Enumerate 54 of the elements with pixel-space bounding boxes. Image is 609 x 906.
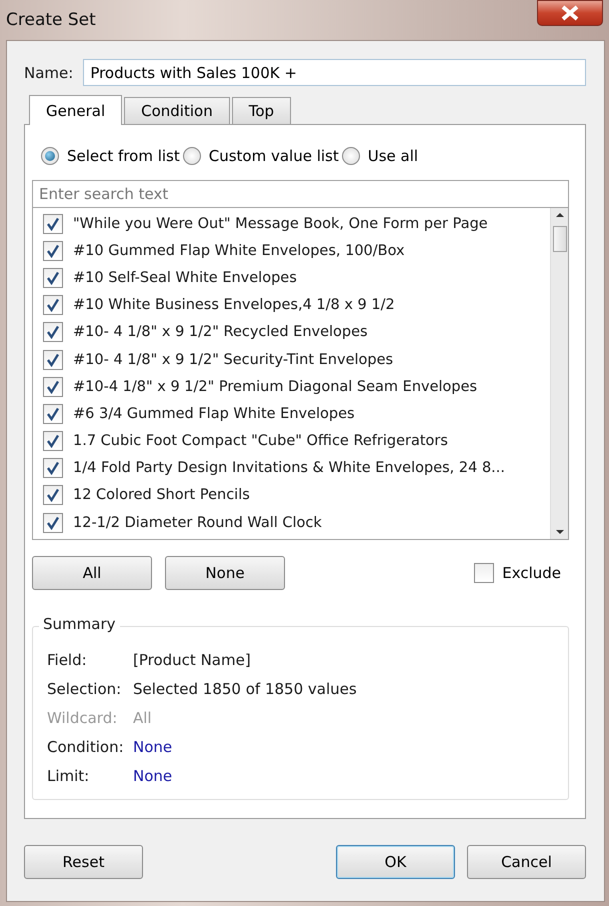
summary-label: Wildcard: — [47, 708, 118, 726]
checkbox[interactable] — [43, 376, 63, 397]
scroll-thumb[interactable] — [552, 226, 566, 252]
summary-value: [Product Name] — [133, 650, 252, 668]
radio-option[interactable]: Custom value list — [182, 147, 339, 165]
summary-label: Field: — [47, 650, 88, 668]
list-item[interactable]: #10- 4 1/8" x 9 1/2" Security-Tint Envelopes — [73, 352, 394, 368]
checkbox[interactable] — [43, 322, 63, 342]
checkbox[interactable] — [43, 404, 63, 424]
checkbox[interactable] — [43, 431, 63, 452]
dialog-button[interactable]: OK — [336, 845, 455, 879]
checkbox[interactable] — [43, 268, 63, 288]
summary-link[interactable]: None — [133, 738, 554, 756]
close-icon — [560, 5, 580, 21]
list-item[interactable]: #10 Gummed Flap White Envelopes, 100/Box — [73, 242, 405, 259]
summary-label: Limit: — [47, 766, 90, 784]
checkbox[interactable] — [43, 485, 63, 506]
summary-label: Condition: — [47, 738, 125, 756]
dialog-button[interactable]: Reset — [24, 845, 143, 879]
list-item[interactable]: #10- 4 1/8" x 9 1/2" Recycled Envelopes — [73, 324, 368, 340]
list-item[interactable]: "While you Were Out" Message Book, One Form per Page — [73, 216, 488, 232]
tab[interactable]: Top — [232, 97, 292, 124]
tab[interactable]: Condition — [124, 97, 230, 124]
checkbox[interactable] — [43, 295, 63, 316]
radio-option[interactable]: Select from list — [41, 147, 180, 165]
scrollbar[interactable] — [550, 208, 568, 539]
dialog-button[interactable]: Cancel — [467, 845, 586, 879]
window-title: Create Set — [6, 10, 96, 30]
checkbox[interactable] — [43, 458, 63, 478]
name-field[interactable]: Products with Sales 100K + — [83, 59, 586, 86]
list-item[interactable]: 1/4 Fold Party Design Invitations & White Envelopes, 24 8... — [73, 460, 506, 476]
exclude-option[interactable]: Exclude — [474, 563, 561, 583]
summary-value: Selected 1850 of 1850 values — [133, 680, 358, 698]
name-label: Name: — [24, 64, 74, 82]
summary-title: Summary — [39, 615, 120, 633]
tab[interactable]: General — [29, 95, 122, 125]
summary-label: Selection: — [47, 680, 122, 698]
checkbox[interactable] — [43, 350, 63, 370]
checkbox[interactable] — [43, 214, 63, 234]
list-button[interactable]: All — [32, 556, 152, 590]
checkbox[interactable] — [43, 512, 63, 533]
list-button[interactable]: None — [165, 556, 285, 590]
list-item[interactable]: 12-1/2 Diameter Round Wall Clock — [73, 514, 322, 531]
summary-value: All — [133, 708, 153, 726]
list-item[interactable]: #6 3/4 Gummed Flap White Envelopes — [73, 406, 355, 422]
close-button[interactable] — [537, 0, 603, 26]
list-item[interactable]: 1.7 Cubic Foot Compact "Cube" Office Refrigerators — [73, 433, 448, 450]
list-item[interactable]: #10 White Business Envelopes,4 1/8 x 9 1/2 — [73, 297, 395, 314]
list-item[interactable]: #10 Self-Seal White Envelopes — [73, 270, 297, 286]
summary-link[interactable]: None — [133, 766, 554, 784]
checkbox[interactable] — [43, 240, 63, 261]
radio-option[interactable]: Use all — [342, 147, 418, 165]
list-item[interactable]: #10-4 1/8" x 9 1/2" Premium Diagonal Seam Envelopes — [73, 378, 478, 395]
list-item[interactable]: 12 Colored Short Pencils — [73, 487, 250, 504]
